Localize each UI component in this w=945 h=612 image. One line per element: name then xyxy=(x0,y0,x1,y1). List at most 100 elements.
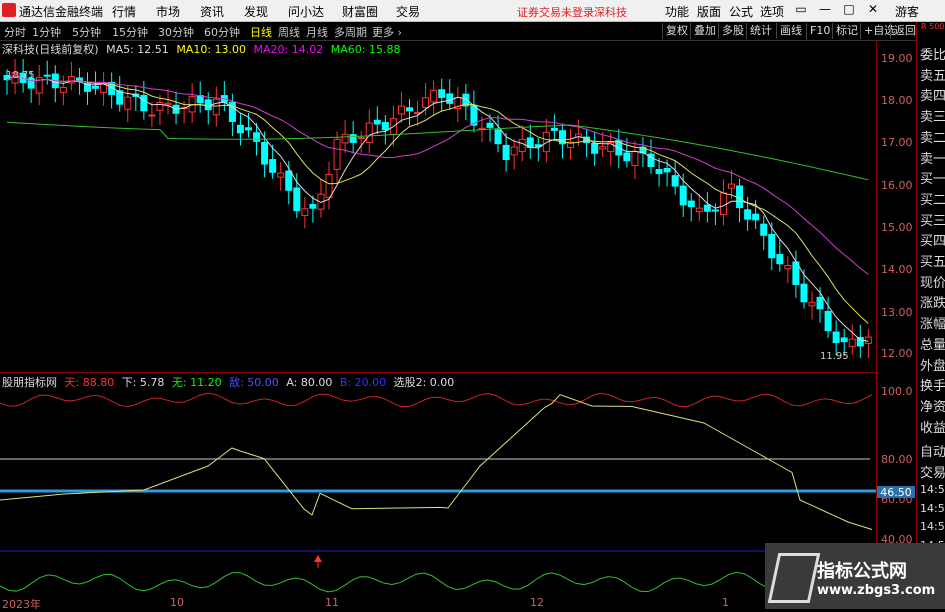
yellow-line xyxy=(0,394,873,530)
period-daily[interactable]: 日线 xyxy=(250,24,272,40)
menu-shichang[interactable]: 市场 xyxy=(156,3,180,20)
side-label[interactable]: 自动 xyxy=(920,441,945,460)
period-5min[interactable]: 5分钟 xyxy=(72,24,101,40)
side-label[interactable]: 买一 xyxy=(920,168,945,187)
tool-biaoji[interactable]: 标记 xyxy=(832,23,861,39)
indicator-title[interactable]: 股朋指标网 xyxy=(2,376,57,389)
period-15min[interactable]: 15分钟 xyxy=(112,24,148,40)
side-label[interactable]: 卖一 xyxy=(920,148,945,167)
side-label[interactable]: 外盘 xyxy=(920,355,945,374)
candle xyxy=(277,172,285,178)
menu-gongneng[interactable]: 功能 xyxy=(665,3,689,20)
menu-hangqing[interactable]: 行情 xyxy=(112,3,136,20)
candle xyxy=(800,283,808,303)
watermark-url: www.zbgs3.com xyxy=(817,583,936,598)
tool-back[interactable]: 返回 xyxy=(890,23,919,39)
candle xyxy=(301,208,309,217)
tool-f10[interactable]: F10 xyxy=(806,23,833,39)
tool-huaxian[interactable]: 画线 xyxy=(776,23,805,39)
side-label[interactable]: 卖三 xyxy=(920,106,945,125)
candle xyxy=(245,127,252,131)
tool-diejia[interactable]: 叠加 xyxy=(690,23,719,39)
side-label[interactable]: 14:56 xyxy=(920,502,945,515)
candle xyxy=(357,137,365,140)
side-label[interactable]: 总量 xyxy=(920,334,945,353)
side-label[interactable]: 买三 xyxy=(920,210,945,229)
period-30min[interactable]: 30分钟 xyxy=(158,24,194,40)
candle xyxy=(269,159,277,173)
maximize-icon[interactable]: □ xyxy=(840,2,858,18)
menu-jiaoyi[interactable]: 交易 xyxy=(396,3,420,20)
side-label[interactable]: 买四 xyxy=(920,230,945,249)
candlestick-chart[interactable]: 18.75 11.95 xyxy=(0,40,876,373)
side-label[interactable]: 涨幅 xyxy=(920,313,945,332)
side-label[interactable]: 交易 xyxy=(920,462,945,481)
login-notice[interactable]: 证券交易未登录 xyxy=(517,4,594,20)
side-label[interactable]: 14:56 xyxy=(920,483,945,496)
wu-line xyxy=(0,571,873,593)
candle xyxy=(446,93,454,104)
side-label[interactable]: 买五 xyxy=(920,251,945,270)
side-label[interactable]: 涨跌 xyxy=(920,292,945,311)
side-label[interactable]: 买二 xyxy=(920,189,945,208)
side-header: R 500 xyxy=(921,22,945,31)
side-label[interactable]: 净资 xyxy=(920,396,945,415)
candle xyxy=(309,204,317,209)
menu-caifuquan[interactable]: 财富圈 xyxy=(342,3,378,20)
date-axis: 2023年 10 11 12 1 xyxy=(0,596,876,611)
period-monthly[interactable]: 月线 xyxy=(306,24,328,40)
side-label[interactable]: 卖四 xyxy=(920,85,945,104)
price-axis: 19.00 18.00 17.00 16.00 15.00 14.00 13.0… xyxy=(876,40,917,609)
legend-xuangu: 选股2: 0.00 xyxy=(393,376,455,389)
price-tick: 16.00 xyxy=(881,179,913,192)
side-label[interactable]: 现价 xyxy=(920,272,945,291)
side-label[interactable]: 卖五 xyxy=(920,65,945,84)
side-label[interactable]: 卖二 xyxy=(920,127,945,146)
date-tick: 2023年 xyxy=(2,598,41,611)
candle xyxy=(816,296,824,310)
menu-xuanxiang[interactable]: 选项 xyxy=(760,3,784,20)
menu-youke[interactable]: 游客 xyxy=(895,3,919,20)
candle xyxy=(848,338,856,347)
side-label[interactable]: 14:56 xyxy=(920,520,945,533)
period-multi[interactable]: 多周期 xyxy=(334,24,367,40)
candle xyxy=(784,264,792,270)
menu-gongshi[interactable]: 公式 xyxy=(729,3,753,20)
candle xyxy=(510,146,518,156)
tool-fuquan[interactable]: 复权 xyxy=(662,23,691,39)
price-tick: 14.00 xyxy=(881,263,913,276)
side-label[interactable]: 收益 xyxy=(920,417,945,436)
candle xyxy=(236,124,244,134)
legend-ma10: MA10: 13.00 xyxy=(176,43,247,56)
menu-banmian[interactable]: 版面 xyxy=(697,3,721,20)
close-icon[interactable]: ✕ xyxy=(864,2,882,18)
indicator-chart[interactable] xyxy=(0,372,876,596)
menu-zixun[interactable]: 资讯 xyxy=(200,3,224,20)
indicator-legend: 股朋指标网 天: 88.80 下: 5.78 无: 11.20 敌: 50.00… xyxy=(2,374,458,390)
ma-line xyxy=(6,121,869,181)
candle xyxy=(422,97,430,109)
indicator-tick: 100.0 xyxy=(881,385,913,398)
menu-faxian[interactable]: 发现 xyxy=(244,3,268,20)
period-1min[interactable]: 1分钟 xyxy=(32,24,61,40)
period-more[interactable]: 更多 › xyxy=(372,24,402,40)
candle xyxy=(92,85,100,89)
side-label[interactable]: 委比 xyxy=(920,44,945,63)
menu-wenxiaoda[interactable]: 问小达 xyxy=(288,3,324,20)
candle xyxy=(752,213,760,221)
tool-tongji[interactable]: 统计 xyxy=(746,23,775,39)
period-fenshi[interactable]: 分时 xyxy=(4,24,26,40)
minimize-icon[interactable]: — xyxy=(816,2,834,18)
candle xyxy=(285,170,293,191)
candle xyxy=(623,152,631,162)
candle xyxy=(164,102,172,106)
period-weekly[interactable]: 周线 xyxy=(278,24,300,40)
side-label[interactable]: 换手 xyxy=(920,375,945,394)
minimize-to-tray-icon[interactable]: ▭ xyxy=(792,2,810,18)
candle xyxy=(864,336,872,344)
candle xyxy=(486,122,494,128)
legend-ma20: MA20: 14.02 xyxy=(253,43,324,56)
tool-duogu[interactable]: 多股 xyxy=(718,23,747,39)
candle xyxy=(687,200,695,208)
period-60min[interactable]: 60分钟 xyxy=(204,24,240,40)
